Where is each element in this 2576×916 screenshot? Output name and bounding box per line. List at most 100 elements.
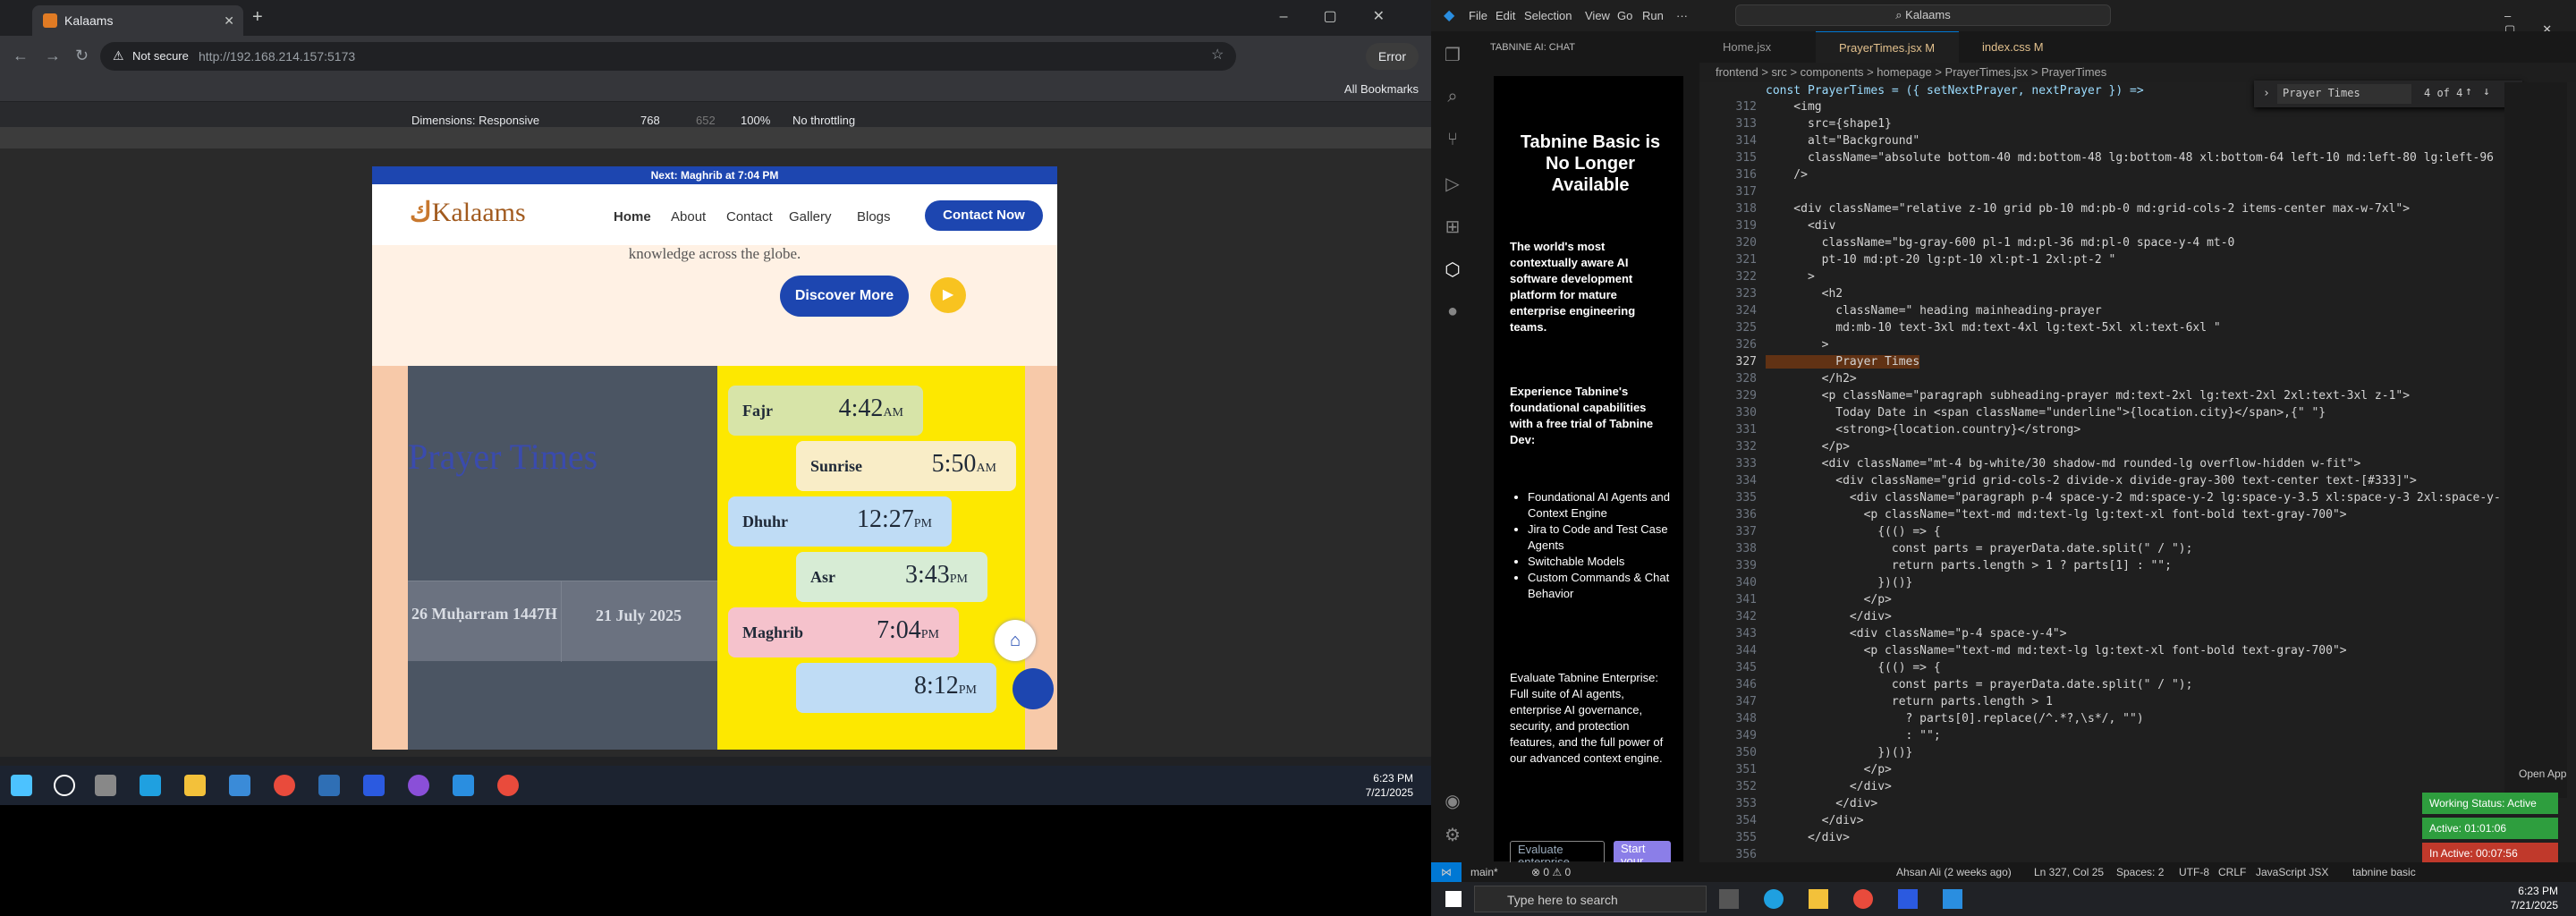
git-blame[interactable]: Ahsan Ali (2 weeks ago)	[1896, 862, 2012, 882]
remote-icon[interactable]: ⋈	[1431, 862, 1462, 882]
tabnine-icon[interactable]: ⬡	[1442, 259, 1463, 280]
zoom-select[interactable]: 100%	[741, 114, 770, 127]
menu-file[interactable]: File	[1469, 9, 1487, 22]
code-line[interactable]: </p>	[1766, 763, 1892, 776]
nav-gallery[interactable]: Gallery	[789, 209, 832, 225]
code-line[interactable]: >	[1766, 338, 1829, 352]
menu-selection[interactable]: Selection	[1524, 9, 1572, 22]
edge-icon[interactable]	[140, 775, 161, 796]
menu-run[interactable]: Run	[1642, 9, 1664, 22]
code-line[interactable]: <img	[1766, 100, 1821, 114]
account-icon[interactable]: ◉	[1442, 790, 1463, 811]
breadcrumb[interactable]: frontend > src > components > homepage >…	[1699, 63, 2576, 82]
find-next-icon[interactable]: ↓	[2483, 85, 2490, 98]
store-icon[interactable]	[229, 775, 250, 796]
open-app-link[interactable]: Open App	[2519, 768, 2566, 780]
nav-blogs[interactable]: Blogs	[857, 209, 891, 225]
code-line[interactable]: </div>	[1766, 610, 1892, 623]
find-prev-icon[interactable]: ↑	[2465, 85, 2472, 98]
search-icon[interactable]	[54, 775, 75, 796]
throttle-select[interactable]: No throttling	[792, 114, 855, 127]
find-input[interactable]: Prayer Times	[2277, 84, 2411, 104]
code-line[interactable]: </div>	[1766, 831, 1850, 844]
chrome-icon[interactable]	[274, 775, 295, 796]
tab-prayertimes-jsx[interactable]: PrayerTimes.jsx M	[1816, 31, 1959, 63]
command-center[interactable]: ⌕ Kalaams	[1735, 4, 2111, 26]
not-secure-icon[interactable]: ⚠	[113, 48, 124, 64]
code-line[interactable]: ? parts[0].replace(/^.*?,\s*/, "")	[1766, 712, 2144, 725]
code-line[interactable]: <div className="paragraph p-4 space-y-2 …	[1766, 491, 2501, 505]
code-line[interactable]: </div>	[1766, 780, 1892, 793]
task-view-icon[interactable]	[95, 775, 116, 796]
code-line[interactable]: md:mb-10 text-3xl md:text-4xl lg:text-5x…	[1766, 321, 2220, 335]
window-controls[interactable]: –▢✕	[1280, 7, 1420, 25]
code-line[interactable]: </div>	[1766, 797, 1877, 810]
code-editor[interactable]: const PrayerTimes = ({ setNextPrayer, ne…	[1699, 81, 2576, 862]
indentation[interactable]: Spaces: 2	[2116, 862, 2164, 882]
language-mode[interactable]: JavaScript JSX	[2256, 862, 2328, 882]
settings-gear-icon[interactable]: ⚙	[1442, 824, 1463, 845]
cursor-position[interactable]: Ln 327, Col 25	[2034, 862, 2104, 882]
code-line[interactable]: <h2	[1766, 287, 1843, 301]
reload-icon[interactable]: ↻	[75, 47, 89, 65]
search-icon[interactable]: ⌕	[1442, 87, 1463, 108]
menu-go[interactable]: Go	[1617, 9, 1632, 22]
new-tab-icon[interactable]: +	[252, 7, 263, 28]
file-explorer-icon[interactable]	[184, 775, 206, 796]
code-line[interactable]: <div className="p-4 space-y-4">	[1766, 627, 2067, 640]
code-line[interactable]: return parts.length > 1 ? parts[1] : "";	[1766, 559, 2172, 572]
address-bar[interactable]: ⚠ Not secure http://192.168.214.157:5173	[100, 42, 1236, 71]
chat-fab-button[interactable]	[1013, 668, 1054, 709]
menu-more[interactable]: ···	[1676, 9, 1688, 22]
error-button[interactable]: Error	[1365, 43, 1419, 70]
encoding[interactable]: UTF-8	[2179, 862, 2209, 882]
code-line[interactable]: <strong>{location.country}</strong>	[1766, 423, 2080, 437]
width-input[interactable]: 768	[640, 114, 660, 127]
code-line[interactable]: <p className="paragraph subheading-praye…	[1766, 389, 2410, 403]
windows-start-icon[interactable]	[11, 775, 32, 796]
scroll-top-icon[interactable]: ⌂	[995, 620, 1036, 661]
source-control-icon[interactable]: ⑂	[1442, 130, 1463, 151]
code-line[interactable]: })()}	[1766, 746, 1912, 759]
run-debug-icon[interactable]: ▷	[1442, 173, 1463, 194]
code-line[interactable]: className="absolute bottom-40 md:bottom-…	[1766, 151, 2494, 165]
problems-count[interactable]: ⊗ 0 ⚠ 0	[1531, 862, 1571, 882]
code-line[interactable]: className="bg-gray-600 pl-1 md:pl-36 md:…	[1766, 236, 2235, 250]
clock[interactable]: 6:23 PM 7/21/2025	[1366, 771, 1413, 800]
minimap[interactable]	[2504, 82, 2567, 798]
mongodb-icon[interactable]: ●	[1442, 301, 1463, 323]
code-line[interactable]: <div className="grid grid-cols-2 divide-…	[1766, 474, 2417, 488]
site-logo[interactable]: كKalaams	[410, 197, 526, 228]
dimensions-select[interactable]: Dimensions: Responsive	[411, 114, 539, 127]
find-widget[interactable]: › Prayer Times 4 of 4 ↑ ↓ ✕	[2254, 81, 2522, 107]
clock[interactable]: 6:23 PM 7/21/2025	[2511, 884, 2558, 912]
taskbar-search-input[interactable]: Type here to search	[1474, 886, 1707, 912]
sticky-scroll-line[interactable]: const PrayerTimes = ({ setNextPrayer, ne…	[1766, 84, 2144, 98]
task-view-icon[interactable]	[1719, 889, 1739, 909]
forward-icon[interactable]: →	[45, 47, 61, 65]
file-explorer-icon[interactable]	[1809, 889, 1828, 909]
discover-more-button[interactable]: Discover More	[780, 276, 909, 317]
tab-home-jsx[interactable]: Home.jsx	[1699, 31, 1816, 63]
zoom-icon[interactable]	[1898, 889, 1918, 909]
code-line[interactable]: >	[1766, 270, 1815, 284]
back-icon[interactable]: ←	[13, 47, 29, 65]
line-ending[interactable]: CRLF	[2218, 862, 2246, 882]
edge-icon[interactable]	[1764, 889, 1784, 909]
code-line[interactable]: Today Date in <span className="underline…	[1766, 406, 2326, 420]
browser-tab[interactable]: Kalaams ✕	[32, 5, 243, 36]
code-line[interactable]: <p className="text-md md:text-lg lg:text…	[1766, 644, 2347, 657]
code-line[interactable]: const parts = prayerData.date.split(" / …	[1766, 542, 2193, 556]
git-branch[interactable]: main*	[1470, 862, 1498, 882]
code-line[interactable]: </div>	[1766, 814, 1864, 827]
windows-start-icon[interactable]	[1445, 891, 1462, 907]
code-line[interactable]: </p>	[1766, 440, 1850, 454]
height-input[interactable]: 652	[696, 114, 716, 127]
code-line[interactable]: className=" heading mainheading-prayer	[1766, 304, 2101, 318]
vscode-icon[interactable]	[453, 775, 474, 796]
code-line[interactable]: <div className="mt-4 bg-white/30 shadow-…	[1766, 457, 2361, 471]
menu-view[interactable]: View	[1585, 9, 1610, 22]
code-line[interactable]: <div	[1766, 219, 1835, 233]
chrome-icon[interactable]	[1853, 889, 1873, 909]
play-icon[interactable]: ▶	[930, 277, 966, 313]
